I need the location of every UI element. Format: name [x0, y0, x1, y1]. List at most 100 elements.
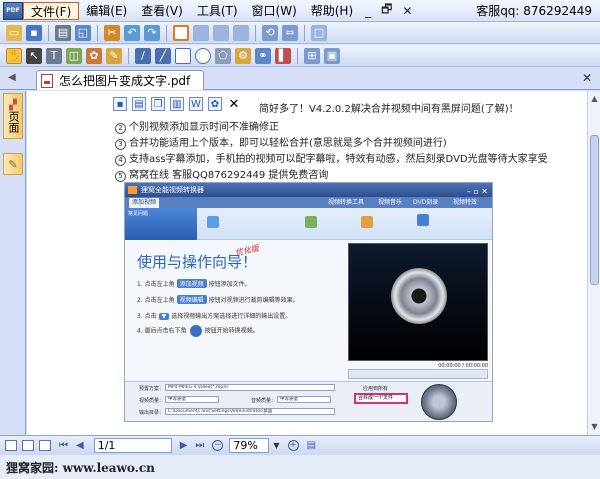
banner-icon: [417, 214, 429, 226]
continuous-facing-view-icon[interactable]: [233, 24, 249, 41]
float-tools-icon[interactable]: ✿: [208, 97, 222, 111]
zoom-dropdown-icon[interactable]: ▼: [273, 441, 279, 450]
continuous-view-icon[interactable]: [193, 24, 209, 41]
zoom-input[interactable]: 79%: [229, 438, 270, 453]
rotate-icon[interactable]: ⟲: [262, 24, 278, 41]
toolbar-standard: ▭ ▪ ▤ ◱ ✂ ↶ ↷ ⟲ ⇔ □: [0, 22, 600, 44]
toolbar-separator: [297, 47, 298, 64]
undo-icon[interactable]: ↶: [124, 24, 140, 41]
embedded-title-bar: 狸窝全能视频转换器 – ▫ ✕: [125, 183, 492, 197]
vertical-scrollbar[interactable]: ▲ ▼: [587, 91, 600, 435]
pages-panel-label: 页面: [7, 110, 20, 133]
menu-window[interactable]: 窗口(W): [245, 2, 304, 20]
embedded-screenshot-image: 狸窝全能视频转换器 – ▫ ✕ 添加视频 视频转换工具 视频音乐 DVD刻录 视…: [124, 182, 493, 422]
float-thumbnails-icon[interactable]: ▥: [170, 97, 184, 111]
measure-tool-icon[interactable]: ⊞: [304, 47, 320, 64]
zoom-out-icon[interactable]: −: [212, 440, 224, 451]
open-icon[interactable]: ▭: [6, 24, 22, 41]
doc-text-line: 5 窝窝在线 客服QQ876292449 提供免费咨询: [115, 166, 328, 182]
document-view[interactable]: ▪ ▤ ❐ ▥ W ✿ ✕ 简好多了！V4.2.0.2解决合并视频中间有黑屏问题…: [27, 91, 587, 435]
menu-tools[interactable]: 工具(T): [190, 2, 245, 20]
embedded-video-preview: [348, 243, 488, 361]
ellipse-tool-icon[interactable]: [195, 47, 211, 64]
rectangle-tool-icon[interactable]: [175, 47, 191, 64]
embedded-tab: 视频转换工具: [328, 199, 365, 206]
float-print-icon[interactable]: ▤: [132, 97, 146, 111]
doc-text-line: 4 支持ass字幕添加，手机拍的视频可以配字幕啦，特效有动感，然后刻录DVD光盘等…: [115, 150, 548, 166]
zoom-in-icon[interactable]: +: [287, 440, 299, 451]
fit-width-icon[interactable]: ⇔: [282, 24, 298, 41]
embedded-tab: 视频音乐: [378, 199, 403, 206]
embedded-tab-row: 添加视频 视频转换工具 视频音乐 DVD刻录 视频特效: [125, 197, 492, 208]
toolbar-separator: [48, 24, 49, 41]
hand-tool-icon[interactable]: ✋: [6, 47, 22, 64]
annotations-panel-tab[interactable]: ✎: [3, 153, 23, 175]
wizard-step: 4. 最后点击右下角 按钮开始转换视频。: [137, 325, 259, 337]
tab-document[interactable]: 怎么把图片变成文字.pdf: [36, 70, 204, 90]
line-tool-icon[interactable]: ╱: [155, 47, 171, 64]
restore-button[interactable]: 🗗: [376, 0, 397, 21]
toolbar-separator: [255, 24, 256, 41]
first-page-icon[interactable]: ⏮: [59, 440, 68, 451]
scroll-down-icon[interactable]: ▼: [589, 421, 600, 432]
next-page-icon[interactable]: ▶: [180, 440, 188, 451]
footer-watermark: 狸窝家园: www.leawo.cn: [0, 455, 600, 479]
float-copy-icon[interactable]: ❐: [151, 97, 165, 111]
page-options-icon[interactable]: ▤: [307, 440, 316, 451]
doc-text-line: 3 合并功能适用上个版本，即可以轻松合并(意思就是多个合并视频间进行): [115, 134, 447, 150]
doc-text-line: 简好多了！V4.2.0.2解决合并视频中间有黑屏问题(了解)！: [259, 104, 519, 115]
print-icon[interactable]: ▤: [55, 24, 71, 41]
single-page-view-icon[interactable]: [173, 24, 189, 41]
two-page-icon[interactable]: [22, 440, 34, 451]
redo-icon[interactable]: ↷: [144, 24, 160, 41]
pages-panel-tab[interactable]: ▞ 页面: [3, 93, 23, 139]
single-page-icon[interactable]: [5, 440, 17, 451]
close-button[interactable]: ✕: [397, 4, 417, 18]
print-preview-icon[interactable]: ◱: [75, 24, 91, 41]
previous-page-icon[interactable]: ◀: [76, 440, 84, 451]
highlight-tool-icon[interactable]: ▌: [275, 47, 291, 64]
save-icon[interactable]: ▪: [26, 24, 42, 41]
side-panel: ▞ 页面 ✎: [0, 91, 26, 435]
last-page-icon[interactable]: ⏭: [195, 440, 204, 451]
polygon-tool-icon[interactable]: ⬠: [215, 47, 231, 64]
cut-icon[interactable]: ✂: [104, 24, 120, 41]
note-icon[interactable]: ✎: [106, 47, 122, 64]
wizard-step: 2. 点击左上角 视频编辑 按钮对视频进行裁剪编辑等效果。: [137, 295, 299, 304]
film-reel-icon: [391, 268, 447, 324]
menu-view[interactable]: 查看(V): [134, 2, 190, 20]
menu-help[interactable]: 帮助(H): [304, 2, 360, 20]
banner-icon: [305, 216, 317, 228]
snapshot-icon[interactable]: ◫: [66, 47, 82, 64]
crop-tool-icon[interactable]: ▣: [324, 47, 340, 64]
continuous-page-icon[interactable]: [39, 440, 51, 451]
menu-edit[interactable]: 编辑(E): [79, 2, 134, 20]
fullscreen-icon[interactable]: □: [311, 24, 327, 41]
document-tab-strip: ◀ 怎么把图片变成文字.pdf ✕: [0, 68, 600, 90]
wizard-step: 1. 点击左上角 添加视频 按钮添加文件。: [137, 279, 251, 288]
pencil-icon[interactable]: /: [135, 47, 151, 64]
bookmark-icon: ▞: [9, 99, 17, 111]
text-select-icon[interactable]: T: [46, 47, 62, 64]
facing-view-icon[interactable]: [213, 24, 229, 41]
doc-text-line: 2 个别视频添加显示时间不准确修正: [115, 118, 279, 134]
attachment-icon[interactable]: ⚙: [235, 47, 251, 64]
menu-file[interactable]: 文件(F): [23, 1, 80, 20]
float-word-icon[interactable]: W: [189, 97, 203, 111]
banner-icon: [361, 216, 373, 228]
link-tool-icon[interactable]: ⚭: [255, 47, 271, 64]
float-close-icon[interactable]: ✕: [227, 97, 241, 112]
wizard-step: 3. 点击 ▼ 选择视频输出方案选择进行详细的输出设置。: [137, 313, 292, 320]
embedded-banner: 常见问题: [125, 208, 492, 240]
stamp-icon[interactable]: ✿: [86, 47, 102, 64]
minimize-button[interactable]: _: [360, 4, 376, 18]
tab-scroll-left-icon[interactable]: ◀: [8, 72, 16, 83]
pdf-file-icon: [41, 73, 53, 88]
page-number-input[interactable]: 1/1: [93, 438, 172, 453]
scroll-up-icon[interactable]: ▲: [589, 93, 600, 104]
menu-bar: PDF 文件(F) 编辑(E) 查看(V) 工具(T) 窗口(W) 帮助(H) …: [0, 0, 600, 22]
float-save-icon[interactable]: ▪: [113, 97, 127, 111]
select-arrow-icon[interactable]: ↖: [26, 47, 42, 64]
scroll-thumb[interactable]: [590, 135, 599, 285]
close-tab-icon[interactable]: ✕: [582, 71, 592, 85]
